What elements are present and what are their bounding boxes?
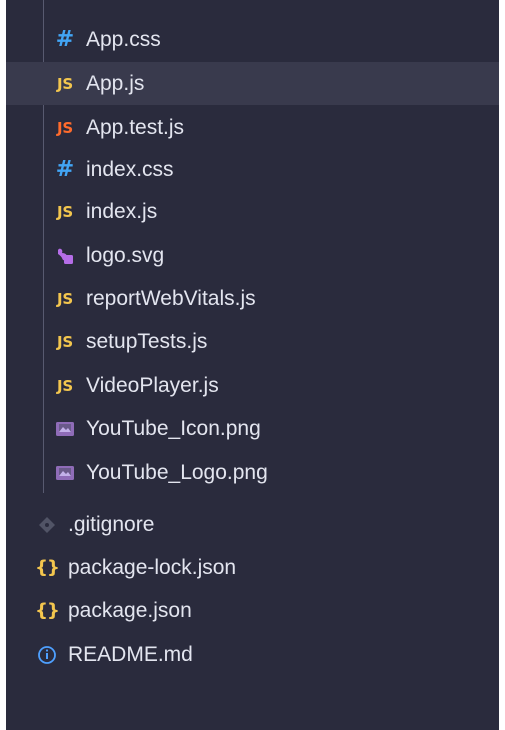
file-explorer-panel: # App.css JS App.js JS App.test.js # ind… <box>6 0 499 730</box>
file-item-gitignore[interactable]: .gitignore <box>6 503 499 546</box>
json-braces-icon: {} <box>35 600 60 621</box>
file-item-label: YouTube_Logo.png <box>86 461 268 484</box>
js-icon: JS <box>57 74 73 93</box>
js-icon: JS <box>57 376 73 395</box>
file-item-label: reportWebVitals.js <box>86 287 256 310</box>
file-item-index-css[interactable]: # index.css <box>6 148 499 191</box>
file-item-setuptests-js[interactable]: JS setupTests.js <box>6 320 499 363</box>
file-item-label: package-lock.json <box>68 556 237 579</box>
js-test-icon: JS <box>57 118 73 137</box>
file-item-readme-md[interactable]: README.md <box>6 633 499 676</box>
js-icon: JS <box>57 289 73 308</box>
file-item-reportwebvitals-js[interactable]: JS reportWebVitals.js <box>6 277 499 320</box>
info-icon <box>34 645 60 665</box>
file-item-label: package.json <box>68 599 192 622</box>
file-item-label: README.md <box>68 643 193 666</box>
file-tree: # App.css JS App.js JS App.test.js # ind… <box>6 0 499 730</box>
file-item-videoplayer-js[interactable]: JS VideoPlayer.js <box>6 364 499 407</box>
file-item-label: VideoPlayer.js <box>86 374 219 397</box>
file-item-label: index.js <box>86 200 158 223</box>
file-item-label: App.test.js <box>86 116 185 139</box>
file-item-label: App.js <box>86 72 145 95</box>
file-item-label: index.css <box>86 158 174 181</box>
json-braces-icon: {} <box>35 557 60 578</box>
file-item-package-json[interactable]: {} package.json <box>6 589 499 632</box>
svg-icon <box>52 246 78 266</box>
css-hash-icon: # <box>55 27 75 52</box>
file-item-app-test-js[interactable]: JS App.test.js <box>6 106 499 149</box>
file-item-youtube-logo-png[interactable]: YouTube_Logo.png <box>6 451 499 494</box>
file-item-index-js[interactable]: JS index.js <box>6 190 499 233</box>
file-item-app-js[interactable]: JS App.js <box>6 62 499 105</box>
file-item-label: App.css <box>86 28 161 51</box>
css-hash-icon: # <box>55 157 75 182</box>
file-item-label: logo.svg <box>86 244 165 267</box>
file-item-package-lock-json[interactable]: {} package-lock.json <box>6 546 499 589</box>
js-icon: JS <box>57 332 73 351</box>
file-item-logo-svg[interactable]: logo.svg <box>6 234 499 277</box>
file-item-label: .gitignore <box>68 513 155 536</box>
image-icon <box>52 420 78 438</box>
file-item-app-css[interactable]: # App.css <box>6 18 499 61</box>
file-item-youtube-icon-png[interactable]: YouTube_Icon.png <box>6 407 499 450</box>
image-icon <box>52 464 78 482</box>
file-item-label: setupTests.js <box>86 330 208 353</box>
file-item-label: YouTube_Icon.png <box>86 417 261 440</box>
gitignore-icon <box>34 516 60 534</box>
js-icon: JS <box>57 202 73 221</box>
